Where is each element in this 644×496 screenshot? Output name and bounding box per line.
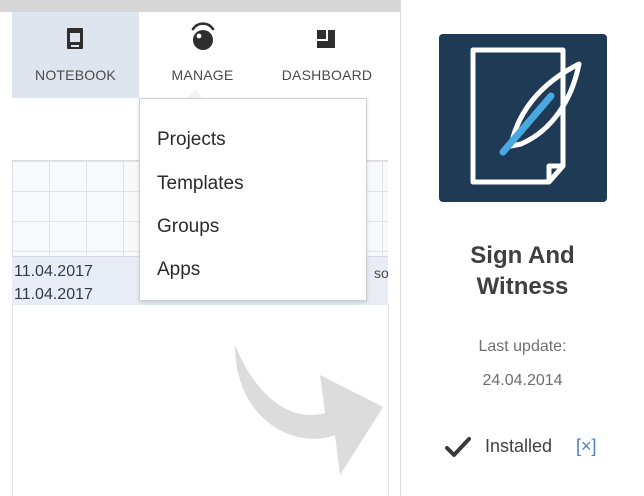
top-strip: [0, 0, 400, 12]
tab-notebook[interactable]: NOTEBOOK: [12, 12, 139, 98]
panel-border: [388, 304, 389, 496]
check-icon: [445, 437, 471, 457]
date-label: 11.04.2017: [14, 263, 93, 280]
installed-label: Installed: [485, 436, 553, 456]
curved-arrow-icon: [235, 345, 383, 475]
notebook-icon: [67, 28, 83, 49]
last-update-date: 24.04.2014: [482, 372, 563, 389]
app-name: Sign And: [470, 242, 575, 269]
menu-item-apps[interactable]: Apps: [157, 259, 200, 281]
left-panel: NOTEBOOK MANAGE DASHBOARD 11.04.2017 11.…: [0, 0, 400, 496]
tab-dashboard[interactable]: DASHBOARD: [266, 12, 388, 98]
truncated-text: so: [374, 265, 388, 281]
uninstall-link[interactable]: [×]: [576, 436, 597, 457]
panel-border: [12, 304, 13, 496]
menu-item-templates[interactable]: Templates: [157, 173, 244, 195]
date-label: 11.04.2017: [14, 286, 93, 303]
app-name: Witness: [476, 273, 569, 300]
app-detail-panel: Sign And Witness Last update: 24.04.2014…: [401, 0, 644, 496]
feather-pen-icon: [470, 47, 582, 185]
top-nav: NOTEBOOK MANAGE DASHBOARD: [12, 12, 388, 101]
last-update-label: Last update:: [478, 338, 567, 355]
tab-manage-label: MANAGE: [171, 67, 234, 83]
manage-dropdown-menu: Projects Templates Groups Apps: [139, 98, 367, 301]
manage-icon: [191, 22, 215, 50]
tab-notebook-label: NOTEBOOK: [35, 67, 116, 83]
dashboard-icon: [317, 30, 335, 48]
menu-item-groups[interactable]: Groups: [157, 216, 219, 238]
app-icon: [439, 34, 607, 202]
tab-manage[interactable]: MANAGE: [139, 12, 266, 98]
menu-item-projects[interactable]: Projects: [157, 129, 226, 151]
tab-dashboard-label: DASHBOARD: [281, 67, 373, 83]
